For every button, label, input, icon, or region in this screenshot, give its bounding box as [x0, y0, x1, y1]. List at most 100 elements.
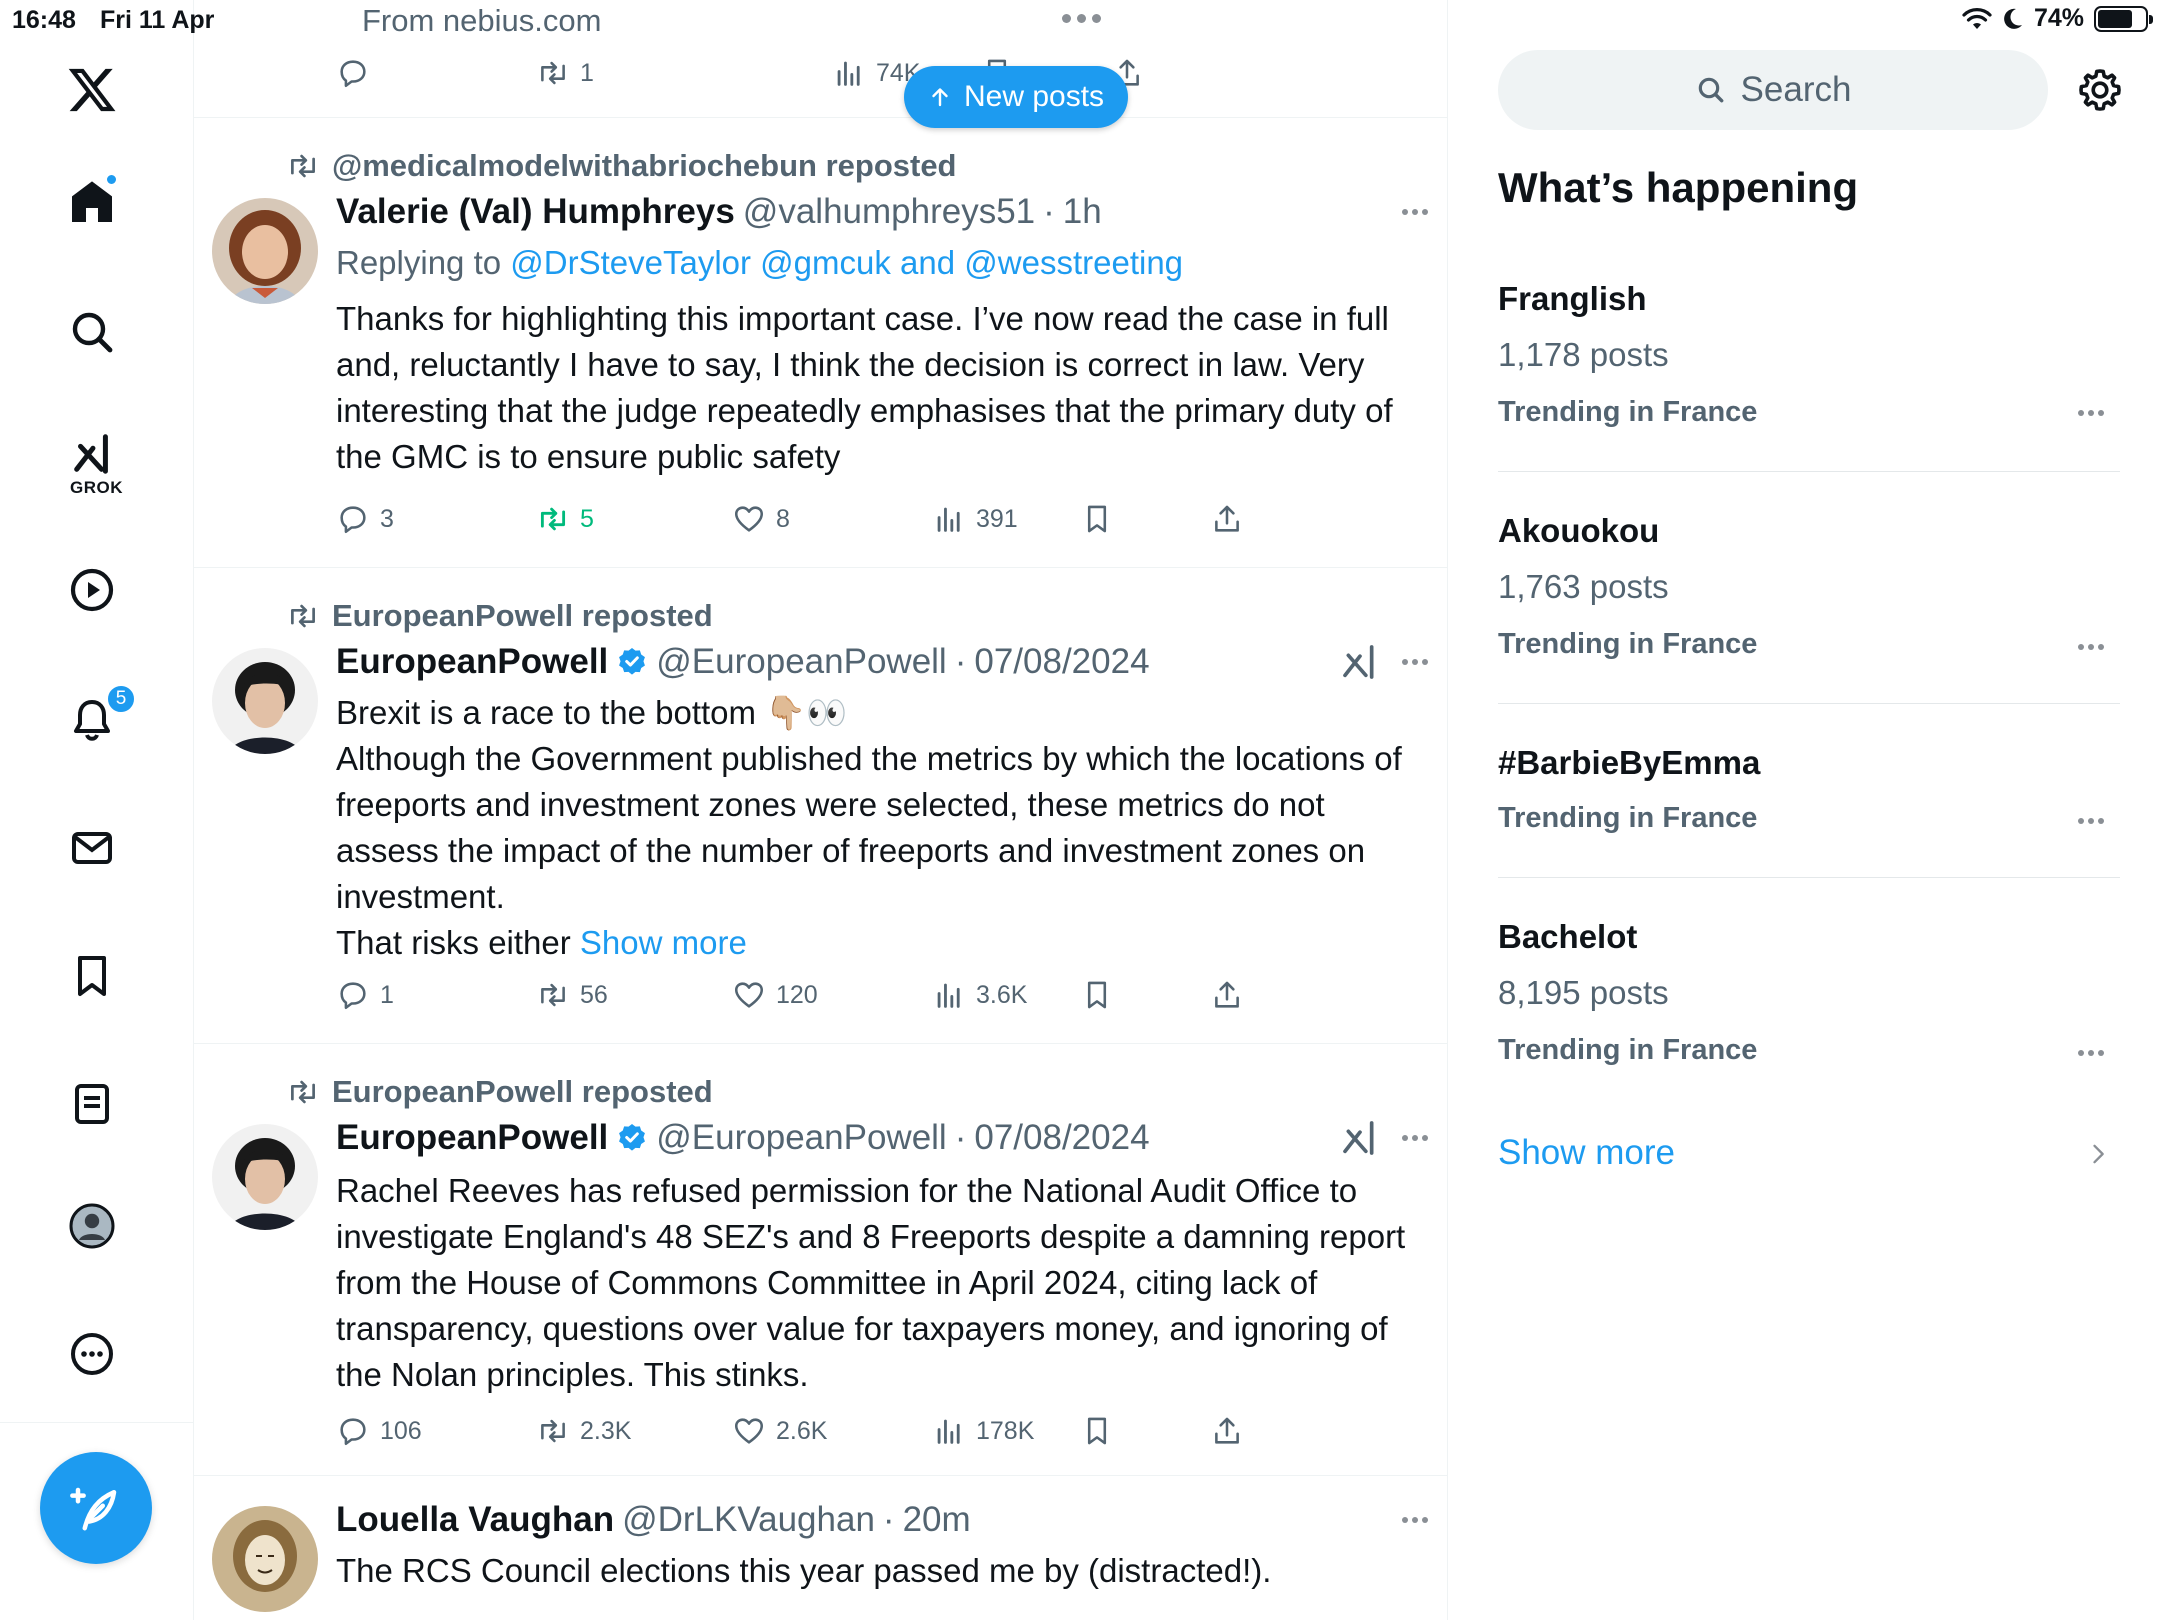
views-chart-icon [837, 61, 860, 86]
reply-button[interactable]: 1 [336, 978, 394, 1012]
retweet-count: 2.3K [580, 1416, 632, 1445]
author-name[interactable]: Valerie (Val) Humphreys [336, 192, 735, 232]
avatar[interactable] [212, 648, 318, 754]
reply-count: 106 [380, 1416, 422, 1445]
verified-badge-icon [619, 648, 646, 675]
bookmark-button[interactable] [1080, 978, 1114, 1012]
trend-item[interactable]: Franglish 1,178 posts Trending in France [1498, 270, 2120, 472]
share-icon [1215, 1417, 1239, 1444]
post-time[interactable]: 20m [903, 1500, 971, 1540]
trend-item[interactable]: Akouokou 1,763 posts Trending in France [1498, 504, 2120, 704]
repost-by-label[interactable]: EuropeanPowell reposted [332, 598, 713, 634]
grok-explain-icon[interactable] [1340, 1118, 1380, 1158]
author-handle[interactable]: @valhumphreys51 [743, 192, 1035, 232]
search-input[interactable]: Search [1498, 50, 2048, 130]
repost-by-label[interactable]: @medicalmodelwithabriochebun reposted [332, 148, 957, 184]
retweet-button[interactable]: 1 [536, 56, 594, 90]
profile-avatar-icon[interactable] [42, 1176, 142, 1276]
trend-more-icon[interactable] [2078, 410, 2104, 416]
bookmark-button[interactable] [1080, 1414, 1114, 1448]
like-button[interactable]: 2.6K [732, 1414, 827, 1448]
trend-item[interactable]: Bachelot 8,195 posts Trending in France [1498, 910, 2120, 1100]
post-louella-vaughan[interactable]: Louella Vaughan @DrLKVaughan · 20m The R… [194, 1476, 1447, 1620]
new-posts-button[interactable]: New posts [904, 66, 1128, 128]
views-button[interactable]: 391 [932, 502, 1018, 536]
multitasking-dots-icon[interactable] [1062, 14, 1101, 23]
lists-icon[interactable] [42, 1054, 142, 1154]
reply-button[interactable]: 3 [336, 502, 394, 536]
post-time[interactable]: 1h [1063, 192, 1102, 232]
video-play-icon[interactable] [42, 540, 142, 640]
home-icon[interactable] [42, 152, 142, 252]
trend-more-icon[interactable] [2078, 644, 2104, 650]
grok-explain-icon[interactable] [1340, 642, 1380, 682]
trend-name: Akouokou [1498, 512, 1660, 549]
avatar[interactable] [212, 1124, 318, 1230]
post-more-icon[interactable] [1402, 1517, 1428, 1523]
post-actions: 106 2.3K 2.6K 178K [336, 1414, 1436, 1454]
retweet-button[interactable]: 56 [536, 978, 608, 1012]
share-icon [1215, 505, 1239, 532]
bookmarks-icon[interactable] [42, 926, 142, 1026]
views-button[interactable]: 3.6K [932, 978, 1027, 1012]
search-icon [1698, 77, 1723, 103]
more-options-icon[interactable] [42, 1304, 142, 1404]
retweet-button[interactable]: 5 [536, 502, 594, 536]
post-time[interactable]: 07/08/2024 [974, 642, 1149, 682]
source-label[interactable]: From nebius.com [362, 3, 601, 39]
show-more-link[interactable]: Show more [580, 924, 747, 961]
repost-indicator: EuropeanPowell reposted [286, 1074, 713, 1110]
trend-count: 1,178 posts [1498, 336, 1669, 373]
share-button[interactable] [1210, 502, 1244, 536]
search-placeholder: Search [1740, 70, 1852, 109]
reply-button[interactable]: 106 [336, 1414, 422, 1448]
author-name[interactable]: Louella Vaughan [336, 1500, 614, 1540]
bookmark-icon [1087, 505, 1107, 533]
post-europeanpowell-reeves[interactable]: EuropeanPowell reposted EuropeanPowell @… [194, 1044, 1447, 1476]
reply-button[interactable] [336, 56, 370, 90]
share-button[interactable] [1210, 978, 1244, 1012]
status-time: 16:48 [12, 6, 76, 34]
repost-by-label[interactable]: EuropeanPowell reposted [332, 1074, 713, 1110]
author-handle[interactable]: @DrLKVaughan [622, 1500, 875, 1540]
compose-feather-icon [70, 1487, 117, 1531]
show-more-trends-link[interactable]: Show more [1498, 1133, 1675, 1173]
trend-more-icon[interactable] [2078, 1050, 2104, 1056]
like-count: 120 [776, 980, 818, 1009]
post-more-icon[interactable] [1402, 1135, 1428, 1141]
x-logo-icon[interactable] [42, 40, 142, 140]
replying-to-users[interactable]: @DrSteveTaylor @gmcuk and @wesstreeting [510, 244, 1183, 281]
settings-gear-icon[interactable] [2076, 66, 2124, 114]
author-name[interactable]: EuropeanPowell [336, 1118, 608, 1158]
compose-post-button[interactable] [40, 1452, 152, 1564]
trend-item[interactable]: #BarbieByEmma Trending in France [1498, 736, 2120, 878]
views-count: 3.6K [976, 980, 1028, 1009]
new-posts-label: New posts [963, 80, 1105, 113]
bookmark-button[interactable] [1080, 502, 1114, 536]
retweet-small-icon [291, 154, 315, 178]
post-europeanpowell-brexit[interactable]: EuropeanPowell reposted EuropeanPowell @… [194, 568, 1447, 1044]
like-button[interactable]: 8 [732, 502, 790, 536]
trend-more-icon[interactable] [2078, 818, 2104, 824]
post-time[interactable]: 07/08/2024 [974, 1118, 1149, 1158]
search-nav-icon[interactable] [42, 282, 142, 382]
post-more-icon[interactable] [1402, 209, 1428, 215]
author-handle[interactable]: @EuropeanPowell [656, 642, 946, 682]
views-button[interactable]: 178K [932, 1414, 1034, 1448]
messages-envelope-icon[interactable] [42, 798, 142, 898]
retweet-button[interactable]: 2.3K [536, 1414, 631, 1448]
avatar[interactable] [212, 198, 318, 304]
share-button[interactable] [1210, 1414, 1244, 1448]
avatar[interactable] [212, 1506, 318, 1612]
header-right [1402, 209, 1428, 215]
reply-icon [340, 1418, 366, 1446]
author-name[interactable]: EuropeanPowell [336, 642, 608, 682]
author-handle[interactable]: @EuropeanPowell [656, 1118, 946, 1158]
like-button[interactable]: 120 [732, 978, 818, 1012]
post-more-icon[interactable] [1402, 659, 1428, 665]
retweet-icon [541, 61, 565, 85]
chevron-right-icon[interactable] [2084, 1140, 2112, 1168]
post-header: Louella Vaughan @DrLKVaughan · 20m [336, 1500, 1428, 1540]
post-body: Rachel Reeves has refused permission for… [336, 1172, 1415, 1393]
post-valerie-humphreys[interactable]: @medicalmodelwithabriochebun reposted Va… [194, 118, 1447, 568]
